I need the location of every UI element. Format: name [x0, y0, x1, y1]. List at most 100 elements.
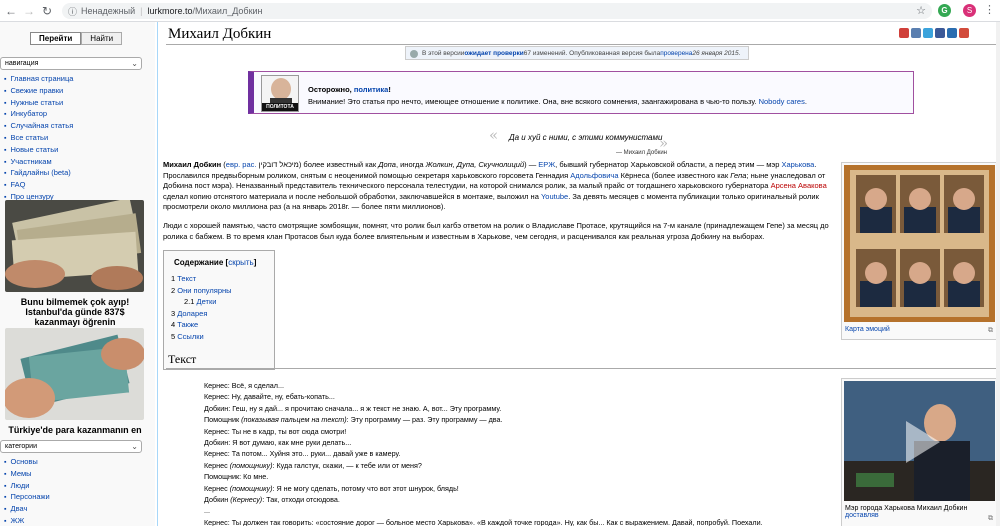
review-banner: В этой версии ожидает проверки 67 измене…: [405, 46, 749, 60]
nav-item[interactable]: Нужные статьи: [4, 98, 73, 110]
category-item[interactable]: ЖЖ: [4, 516, 50, 526]
dialog-line: Кернес: Ты не в кадр, ты вот сюда смотри…: [204, 426, 347, 436]
category-item[interactable]: Мемы: [4, 469, 50, 481]
text-run: Гепа: [730, 170, 747, 180]
emotion-map-thumb: Карта эмоций ⧉: [841, 162, 998, 340]
nav-item[interactable]: Свежие правки: [4, 86, 73, 98]
text-run: сделал копию отснятого материала и после…: [163, 191, 541, 201]
chevron-down-icon: ⌄: [131, 442, 138, 451]
dialog-line: Кернес: Всё, я сделал...: [204, 381, 284, 390]
navigation-select[interactable]: навигация ⌄: [0, 57, 142, 70]
quote-open-icon: «: [489, 126, 499, 144]
share-icon[interactable]: [911, 28, 921, 38]
toc-item[interactable]: 4 Также: [171, 319, 232, 331]
article-link[interactable]: ЕРЖ: [538, 160, 555, 169]
google-plus-icon[interactable]: [959, 28, 969, 38]
categories-select-label: категории: [5, 443, 37, 450]
toc-item[interactable]: 2.1 Детки: [171, 296, 232, 308]
security-label: Ненадежный: [81, 6, 136, 16]
category-item[interactable]: Основы: [4, 457, 50, 469]
text-run: Жолкин, Дупа, Скучнолиций: [425, 160, 525, 169]
intro-paragraph-2: Люди с хорошей памятью, часто смотрящие …: [163, 221, 829, 241]
info-icon[interactable]: ⓘ: [68, 5, 77, 18]
reviewed-link[interactable]: проверена: [660, 50, 692, 57]
chevron-down-icon: ⌄: [131, 59, 138, 68]
politics-link[interactable]: политика: [354, 85, 389, 94]
toc-item[interactable]: 5 Ссылки: [171, 331, 232, 343]
nav-item[interactable]: Случайная статья: [4, 121, 73, 133]
nav-item[interactable]: FAQ: [4, 180, 73, 192]
share-icon[interactable]: [947, 28, 957, 38]
article-link[interactable]: евр. рас.: [226, 160, 257, 169]
section-divider: [166, 368, 996, 369]
toc-item[interactable]: 2 Они популярны: [171, 285, 232, 297]
share-icons: [899, 28, 969, 38]
enlarge-icon[interactable]: ⧉: [988, 515, 993, 523]
bookmark-star-icon[interactable]: ☆: [916, 4, 926, 17]
video-link[interactable]: доставляв: [845, 512, 994, 519]
ad-money-image[interactable]: [5, 200, 144, 292]
dialog-line: Кернес: Та потом... Хуйня это... руки...…: [204, 449, 401, 459]
address-bar[interactable]: ⓘ Ненадежный | lurkmore.to /Михаил_Добки…: [62, 3, 932, 19]
text-run: מיכאל דובקין) более известный как: [256, 160, 379, 169]
page-title: Михаил Добкин: [168, 26, 272, 42]
pending-review-link[interactable]: ожидает проверки: [464, 50, 523, 57]
forward-icon[interactable]: →: [20, 2, 38, 20]
ad-text-2[interactable]: Türkiye'de para kazanmanın en: [0, 425, 150, 435]
red-link[interactable]: Арсена Авакова: [771, 181, 827, 190]
toc-hide-link[interactable]: скрыть: [228, 258, 254, 267]
page-scrollbar[interactable]: [996, 22, 1000, 526]
article-link[interactable]: Youtube: [541, 192, 568, 201]
sidebar: Перейти Найти навигация ⌄ Главная страни…: [0, 22, 155, 526]
menu-icon[interactable]: ⋮: [984, 3, 995, 16]
ad-text[interactable]: Bunu bilmemek çok ayıp! Istanbul'da günd…: [0, 297, 150, 327]
nav-item[interactable]: Новые статьи: [4, 145, 73, 157]
emotion-map-image[interactable]: [844, 165, 995, 322]
dialog-line: Кернес (помощнику): Я не могу сделать, п…: [204, 483, 459, 493]
dialog-line: Добкин (Кернесу): Так, отходи отсюдова.: [204, 495, 340, 505]
navigation-list: Главная страница Свежие правки Нужные ст…: [4, 74, 73, 204]
thumb-caption[interactable]: Карта эмоций: [842, 324, 997, 335]
title-divider: [166, 44, 996, 45]
nobody-cares-link[interactable]: Nobody cares: [759, 97, 805, 106]
notice-heading: Осторожно, политика!: [308, 85, 391, 94]
category-item[interactable]: Персонажи: [4, 492, 49, 504]
go-button[interactable]: Перейти: [30, 32, 82, 45]
profile-avatar[interactable]: S: [963, 4, 976, 17]
navigation-select-label: навигация: [5, 60, 39, 67]
category-item[interactable]: Двач: [4, 504, 50, 516]
share-icon[interactable]: [899, 28, 909, 38]
url-host: lurkmore.to: [147, 6, 193, 16]
find-button[interactable]: Найти: [81, 32, 123, 45]
nav-item[interactable]: Инкубатор: [4, 109, 73, 121]
enlarge-icon[interactable]: ⧉: [988, 327, 993, 335]
nav-item[interactable]: Участникам: [4, 157, 73, 169]
review-icon: [410, 50, 418, 58]
quote-author: — Михаил Добкин: [616, 150, 667, 156]
video-player[interactable]: [844, 381, 995, 501]
article-content: Михаил Добкин В этой версии ожидает пров…: [157, 22, 1000, 526]
article-link[interactable]: Харькова: [781, 160, 814, 169]
text-run: Допа: [378, 160, 396, 169]
category-item[interactable]: Люди: [4, 481, 50, 493]
extension-icon[interactable]: G: [938, 4, 951, 17]
dialog-line: Добкин: Я вот думаю, как мне руки делать…: [204, 438, 352, 448]
toc-list: 1 Текст 2 Они популярны 2.1 Детки 3 Доларея…: [171, 273, 232, 342]
categories-select[interactable]: категории ⌄: [0, 440, 142, 453]
toc-item[interactable]: 3 Доларея: [171, 308, 232, 320]
back-icon[interactable]: ←: [2, 2, 20, 20]
facebook-icon[interactable]: [935, 28, 945, 38]
nav-item[interactable]: Гайдлайны (beta): [4, 168, 73, 180]
text-run: Кёрнеса (более известного как: [618, 170, 731, 180]
toc-item[interactable]: 1 Текст: [171, 273, 232, 285]
twitter-icon[interactable]: [923, 28, 933, 38]
reload-icon[interactable]: ↻: [38, 2, 56, 20]
ad-money-hands-image[interactable]: [5, 328, 144, 420]
url-path: /Михаил_Добкин: [192, 6, 263, 16]
nav-item[interactable]: Главная страница: [4, 74, 73, 86]
nav-item[interactable]: Все статьи: [4, 133, 73, 145]
politics-notice: ПОЛИТОТА Осторожно, политика! Внимание! …: [248, 71, 914, 114]
notice-text: Внимание! Это статья про нечто, имеющее …: [308, 97, 807, 106]
video-thumb: Мэр города Харькова Михаил Добкин достав…: [841, 378, 998, 526]
article-link[interactable]: Адольфовича: [570, 171, 618, 180]
